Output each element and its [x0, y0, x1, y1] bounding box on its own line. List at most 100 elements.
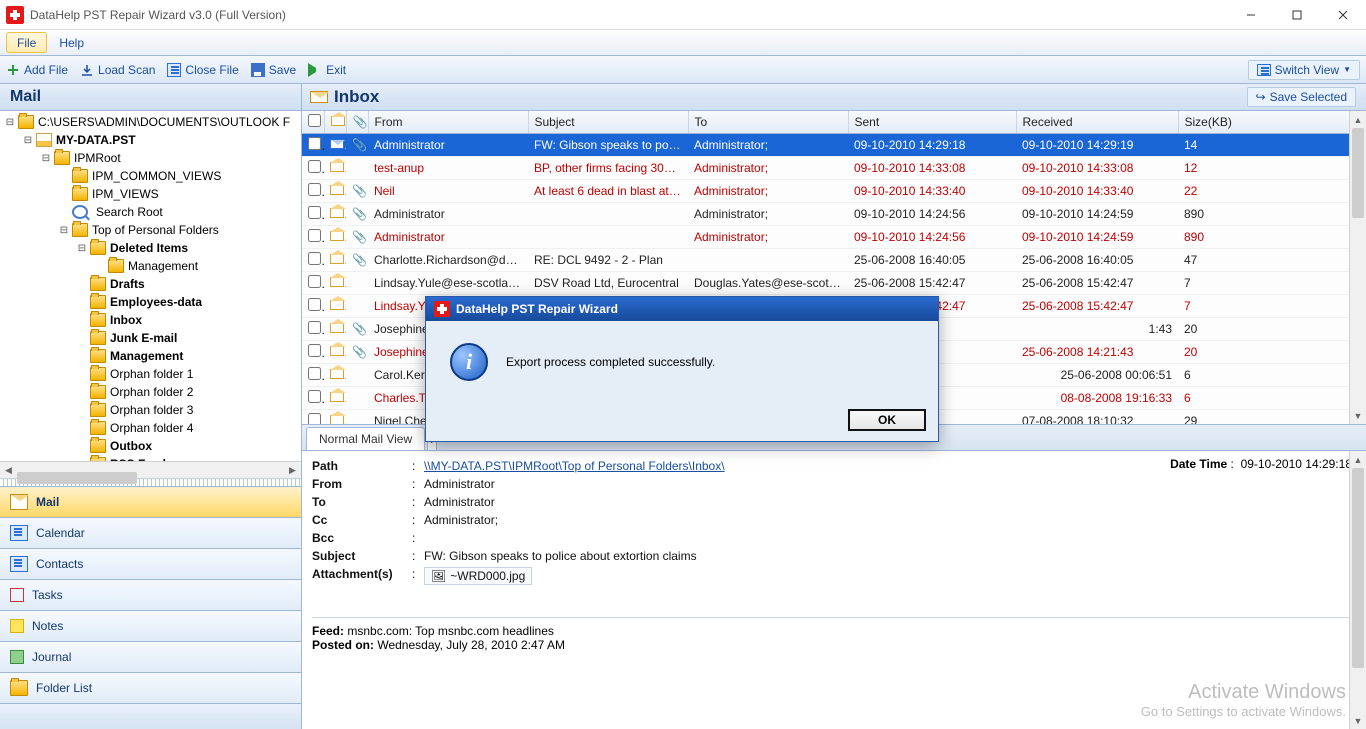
row-checkbox[interactable]	[308, 390, 321, 403]
tree-ipmroot[interactable]: IPMRoot	[72, 151, 121, 165]
tree-orphan4[interactable]: Orphan folder 4	[108, 421, 193, 435]
menu-file[interactable]: File	[6, 32, 47, 53]
row-checkbox[interactable]	[308, 206, 321, 219]
tree-orphan1[interactable]: Orphan folder 1	[108, 367, 193, 381]
col-read-icon[interactable]	[324, 111, 346, 134]
save-selected-button[interactable]: ↪Save Selected	[1247, 87, 1356, 107]
cell-from: Administrator	[368, 134, 528, 157]
nav-folder-list[interactable]: Folder List	[0, 672, 301, 703]
nav-calendar[interactable]: Calendar	[0, 517, 301, 548]
tree-junk[interactable]: Junk E-mail	[108, 331, 177, 345]
col-received[interactable]: Received	[1016, 111, 1178, 134]
nav-overflow[interactable]	[0, 703, 301, 729]
tree-outbox[interactable]: Outbox	[108, 439, 152, 453]
tree-employees[interactable]: Employees-data	[108, 295, 202, 309]
col-to[interactable]: To	[688, 111, 848, 134]
nav-journal[interactable]: Journal	[0, 641, 301, 672]
scroll-thumb[interactable]	[17, 472, 137, 484]
ok-button[interactable]: OK	[848, 409, 926, 431]
row-checkbox[interactable]	[308, 137, 321, 150]
tree-toggle[interactable]: ⊟	[40, 153, 52, 164]
details-vscrollbar[interactable]: ▲▼	[1349, 451, 1366, 729]
toolbar: Add File Load Scan Close File Save Exit …	[0, 56, 1366, 84]
minimize-button[interactable]	[1228, 0, 1274, 30]
row-checkbox[interactable]	[308, 183, 321, 196]
nav-mail[interactable]: Mail	[0, 486, 301, 517]
row-checkbox[interactable]	[308, 229, 321, 242]
scroll-down-icon[interactable]: ▼	[1350, 712, 1366, 729]
tree-hscrollbar[interactable]: ◀ ▶	[0, 461, 301, 478]
col-attachment-icon[interactable]: 📎	[346, 111, 368, 134]
tree-orphan3[interactable]: Orphan folder 3	[108, 403, 193, 417]
attachment-chip[interactable]: 🖼~WRD000.jpg	[424, 567, 532, 585]
save-button[interactable]: Save	[251, 63, 296, 77]
scroll-right-icon[interactable]: ▶	[284, 462, 301, 479]
add-file-button[interactable]: Add File	[6, 63, 68, 77]
tree-toggle[interactable]: ⊟	[76, 243, 88, 254]
row-checkbox[interactable]	[308, 275, 321, 288]
table-row[interactable]: 📎AdministratorFW: Gibson speaks to polic…	[302, 134, 1366, 157]
tree-rss[interactable]: RSS Feeds	[108, 457, 173, 461]
row-checkbox[interactable]	[308, 160, 321, 173]
table-row[interactable]: test-anupBP, other firms facing 300 la..…	[302, 157, 1366, 180]
menu-help[interactable]: Help	[49, 30, 94, 55]
close-button[interactable]	[1320, 0, 1366, 30]
col-checkbox[interactable]	[302, 111, 324, 134]
row-checkbox[interactable]	[308, 321, 321, 334]
select-all-checkbox[interactable]	[308, 114, 321, 127]
tree-drafts[interactable]: Drafts	[108, 277, 145, 291]
nav-tasks[interactable]: Tasks	[0, 579, 301, 610]
table-row[interactable]: 📎AdministratorAdministrator;09-10-2010 1…	[302, 226, 1366, 249]
dialog-title-bar[interactable]: DataHelp PST Repair Wizard	[426, 297, 938, 321]
col-from[interactable]: From	[368, 111, 528, 134]
table-row[interactable]: 📎NeilAt least 6 dead in blast at Ch...Ad…	[302, 180, 1366, 203]
grid-vscrollbar[interactable]: ▲▼	[1349, 111, 1366, 424]
cell-received: 09-10-2010 14:33:08	[1016, 157, 1178, 180]
row-checkbox[interactable]	[308, 298, 321, 311]
tree-deleted[interactable]: Deleted Items	[108, 241, 188, 255]
tree-orphan2[interactable]: Orphan folder 2	[108, 385, 193, 399]
scroll-up-icon[interactable]: ▲	[1350, 451, 1366, 468]
exit-button[interactable]: Exit	[308, 63, 346, 77]
load-scan-button[interactable]: Load Scan	[80, 63, 155, 77]
cell-sent: 09-10-2010 14:33:40	[848, 180, 1016, 203]
tree-views[interactable]: IPM_VIEWS	[90, 187, 159, 201]
row-checkbox[interactable]	[308, 367, 321, 380]
col-sent[interactable]: Sent	[848, 111, 1016, 134]
scroll-thumb[interactable]	[1352, 468, 1364, 668]
col-subject[interactable]: Subject	[528, 111, 688, 134]
table-row[interactable]: Lindsay.Yule@ese-scotland.c...DSV Road L…	[302, 272, 1366, 295]
tree-mgmt1[interactable]: Management	[126, 259, 198, 273]
table-row[interactable]: 📎AdministratorAdministrator;09-10-2010 1…	[302, 203, 1366, 226]
detail-cc-label: Cc	[312, 513, 412, 527]
tree-toggle[interactable]: ⊟	[4, 117, 16, 128]
scroll-thumb[interactable]	[1352, 128, 1364, 218]
tree-toggle[interactable]: ⊟	[58, 225, 70, 236]
tree-inbox[interactable]: Inbox	[108, 313, 142, 327]
close-file-button[interactable]: Close File	[167, 63, 238, 77]
tree-top[interactable]: Top of Personal Folders	[90, 223, 219, 237]
tab-normal-mail-view[interactable]: Normal Mail View	[306, 427, 425, 450]
grid-icon	[1257, 64, 1271, 76]
maximize-button[interactable]	[1274, 0, 1320, 30]
row-checkbox[interactable]	[308, 344, 321, 357]
folder-tree[interactable]: ⊟C:\USERS\ADMIN\DOCUMENTS\OUTLOOK F ⊟MY-…	[0, 111, 301, 461]
row-checkbox[interactable]	[308, 252, 321, 265]
col-size[interactable]: Size(KB)	[1178, 111, 1366, 134]
nav-contacts[interactable]: Contacts	[0, 548, 301, 579]
scroll-up-icon[interactable]: ▲	[1350, 111, 1366, 128]
scroll-left-icon[interactable]: ◀	[0, 462, 17, 479]
nav-notes[interactable]: Notes	[0, 610, 301, 641]
tree-toggle[interactable]: ⊟	[22, 135, 34, 146]
switch-view-button[interactable]: Switch View▼	[1248, 60, 1360, 80]
attachment-icon: 📎	[346, 341, 368, 364]
tree-common[interactable]: IPM_COMMON_VIEWS	[90, 169, 221, 183]
row-checkbox[interactable]	[308, 413, 321, 425]
tree-pst-label[interactable]: MY-DATA.PST	[54, 133, 136, 147]
table-row[interactable]: 📎Charlotte.Richardson@dexio...RE: DCL 94…	[302, 249, 1366, 272]
tree-root-label[interactable]: C:\USERS\ADMIN\DOCUMENTS\OUTLOOK F	[36, 115, 290, 129]
tree-mgmt2[interactable]: Management	[108, 349, 183, 363]
tree-search[interactable]: Search Root	[90, 205, 163, 219]
attachment-icon	[346, 295, 368, 318]
scroll-down-icon[interactable]: ▼	[1350, 407, 1366, 424]
